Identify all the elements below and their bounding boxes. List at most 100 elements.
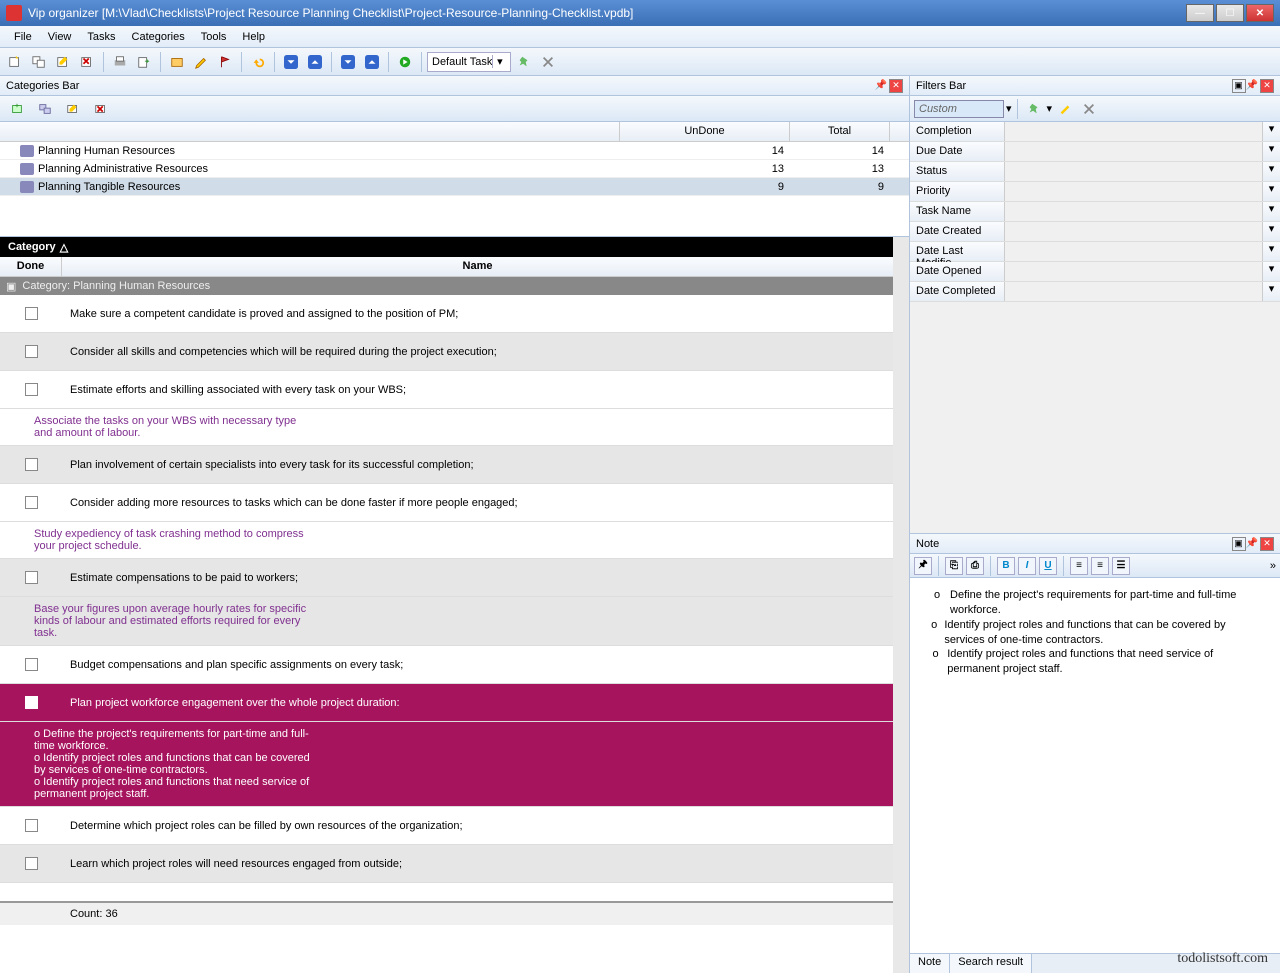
cat-delete-icon[interactable]: [90, 98, 112, 120]
cat-edit-icon[interactable]: [62, 98, 84, 120]
col-undone[interactable]: UnDone: [620, 122, 790, 141]
clear-filter-icon[interactable]: [1078, 98, 1100, 120]
undo-icon[interactable]: [247, 51, 269, 73]
menu-view[interactable]: View: [40, 28, 80, 46]
pin-icon[interactable]: 📌: [1246, 80, 1258, 91]
filter-row[interactable]: Task Name▾: [910, 202, 1280, 222]
scrollbar[interactable]: [893, 237, 909, 973]
filter-value[interactable]: [1005, 282, 1262, 301]
cat-sub-icon[interactable]: [34, 98, 56, 120]
task-row[interactable]: Plan project workforce engagement over t…: [0, 684, 893, 722]
outdent-icon[interactable]: ≡: [1070, 557, 1088, 575]
chevron-down-icon[interactable]: ▾: [1006, 102, 1012, 115]
flag-icon[interactable]: [214, 51, 236, 73]
tab-search-result[interactable]: Search result: [950, 954, 1032, 973]
done-checkbox[interactable]: [25, 307, 38, 320]
pin-icon[interactable]: 📌: [875, 80, 887, 91]
pin-filter-icon[interactable]: [513, 51, 535, 73]
note-pin-icon[interactable]: 🖈: [914, 557, 932, 575]
chevron-down-icon[interactable]: ▾: [1262, 282, 1280, 301]
arrow-down-blue-icon[interactable]: [280, 51, 302, 73]
filter-value[interactable]: [1005, 262, 1262, 281]
chevron-down-icon[interactable]: ▾: [1262, 222, 1280, 241]
done-checkbox[interactable]: [25, 857, 38, 870]
new-task-icon[interactable]: [4, 51, 26, 73]
category-row[interactable]: Planning Human Resources1414: [0, 142, 909, 160]
panel-close-icon[interactable]: ✕: [1260, 79, 1274, 93]
filter-row[interactable]: Status▾: [910, 162, 1280, 182]
panel-restore-icon[interactable]: ▣: [1232, 79, 1246, 93]
minimize-button[interactable]: —: [1186, 4, 1214, 22]
note-print-icon[interactable]: ⎙: [966, 557, 984, 575]
sort-header[interactable]: Category △: [0, 237, 893, 257]
task-row[interactable]: Estimate compensations to be paid to wor…: [0, 559, 893, 597]
done-checkbox[interactable]: [25, 345, 38, 358]
bold-icon[interactable]: B: [997, 557, 1015, 575]
chevron-down-icon[interactable]: ▾: [492, 55, 506, 68]
arrow-up-blue-icon[interactable]: [304, 51, 326, 73]
filter-preset-combo[interactable]: Custom: [914, 100, 1004, 118]
note-copy-icon[interactable]: ⎘: [945, 557, 963, 575]
edit-filter-icon[interactable]: [1054, 98, 1076, 120]
done-checkbox[interactable]: [25, 696, 38, 709]
task-row[interactable]: Consider adding more resources to tasks …: [0, 484, 893, 522]
filter-row[interactable]: Date Opened▾: [910, 262, 1280, 282]
panel-close-icon[interactable]: ✕: [889, 79, 903, 93]
category-row[interactable]: Planning Administrative Resources1313: [0, 160, 909, 178]
chevron-down-icon[interactable]: ▾: [1262, 242, 1280, 261]
category-icon[interactable]: [166, 51, 188, 73]
collapse-icon[interactable]: ▣: [6, 280, 16, 293]
menu-tools[interactable]: Tools: [193, 28, 235, 46]
filter-value[interactable]: [1005, 142, 1262, 161]
filter-row[interactable]: Priority▾: [910, 182, 1280, 202]
task-row[interactable]: Make sure a competent candidate is prove…: [0, 295, 893, 333]
edit-task-icon[interactable]: [52, 51, 74, 73]
chevron-down-icon[interactable]: ▾: [1047, 102, 1053, 115]
menu-tasks[interactable]: Tasks: [79, 28, 123, 46]
filter-value[interactable]: [1005, 222, 1262, 241]
col-total[interactable]: Total: [790, 122, 890, 141]
task-row[interactable]: Consider all skills and competencies whi…: [0, 333, 893, 371]
panel-restore-icon[interactable]: ▣: [1232, 537, 1246, 551]
cat-new-icon[interactable]: [6, 98, 28, 120]
italic-icon[interactable]: I: [1018, 557, 1036, 575]
filter-value[interactable]: [1005, 202, 1262, 221]
task-row[interactable]: Budget compensations and plan specific a…: [0, 646, 893, 684]
clear-icon[interactable]: [537, 51, 559, 73]
arrow-up-alt-icon[interactable]: [361, 51, 383, 73]
col-done[interactable]: Done: [0, 257, 62, 276]
filter-row[interactable]: Date Last Modifie▾: [910, 242, 1280, 262]
filter-row[interactable]: Completion▾: [910, 122, 1280, 142]
chevron-down-icon[interactable]: ▾: [1262, 262, 1280, 281]
panel-close-icon[interactable]: ✕: [1260, 537, 1274, 551]
pencil-icon[interactable]: [190, 51, 212, 73]
task-row[interactable]: Plan involvement of certain specialists …: [0, 446, 893, 484]
menu-help[interactable]: Help: [234, 28, 273, 46]
default-task-combo[interactable]: Default Task ▾: [427, 52, 511, 72]
filter-row[interactable]: Date Completed▾: [910, 282, 1280, 302]
maximize-button[interactable]: ☐: [1216, 4, 1244, 22]
done-checkbox[interactable]: [25, 496, 38, 509]
delete-task-icon[interactable]: [76, 51, 98, 73]
done-checkbox[interactable]: [25, 658, 38, 671]
arrow-down-alt-icon[interactable]: [337, 51, 359, 73]
indent-icon[interactable]: ≡: [1091, 557, 1109, 575]
bullets-icon[interactable]: ☰: [1112, 557, 1130, 575]
filter-row[interactable]: Date Created▾: [910, 222, 1280, 242]
close-button[interactable]: ✕: [1246, 4, 1274, 22]
save-filter-icon[interactable]: [1023, 98, 1045, 120]
pin-icon[interactable]: 📌: [1246, 538, 1258, 549]
more-icon[interactable]: »: [1270, 560, 1276, 572]
filter-value[interactable]: [1005, 122, 1262, 141]
underline-icon[interactable]: U: [1039, 557, 1057, 575]
filter-value[interactable]: [1005, 182, 1262, 201]
tab-note[interactable]: Note: [910, 954, 950, 973]
category-row[interactable]: Planning Tangible Resources99: [0, 178, 909, 196]
filter-row[interactable]: Due Date▾: [910, 142, 1280, 162]
task-row[interactable]: Determine which project roles can be fil…: [0, 807, 893, 845]
done-checkbox[interactable]: [25, 383, 38, 396]
done-checkbox[interactable]: [25, 458, 38, 471]
export-icon[interactable]: [133, 51, 155, 73]
menu-file[interactable]: File: [6, 28, 40, 46]
menu-categories[interactable]: Categories: [124, 28, 193, 46]
